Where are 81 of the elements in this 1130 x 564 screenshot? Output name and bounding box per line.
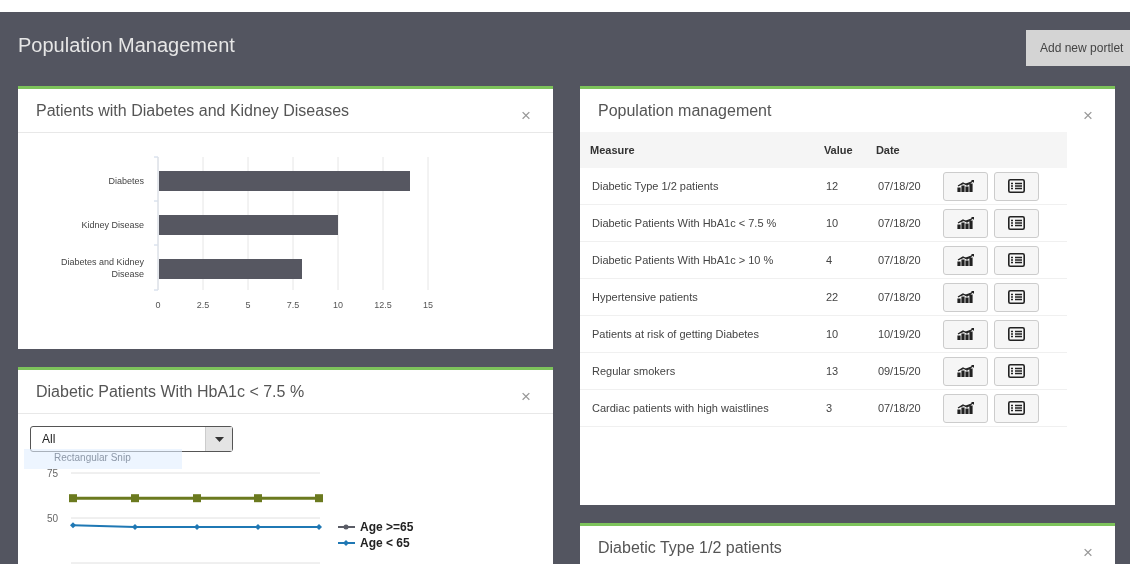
axis-tick-label: 0: [155, 300, 161, 310]
table-cell: Patients at risk of getting Diabetes: [580, 315, 814, 353]
add-portlet-button[interactable]: Add new portlet: [1026, 30, 1130, 66]
table-cell: Diabetic Patients With HbA1c < 7.5 %: [580, 204, 814, 242]
chart-button[interactable]: [943, 171, 989, 201]
table-cell: 10: [813, 315, 866, 353]
details-button[interactable]: [994, 171, 1040, 201]
table-cell: 07/18/20: [865, 204, 932, 242]
list-icon: [1008, 327, 1026, 341]
details-button[interactable]: [994, 245, 1040, 275]
list-icon: [1008, 216, 1026, 230]
legend-label: Age < 65: [360, 536, 410, 550]
list-icon: [1008, 290, 1026, 304]
chart-button[interactable]: [943, 208, 989, 238]
bar-chart-icon: [956, 365, 975, 377]
close-button[interactable]: ×: [521, 386, 531, 407]
portlet-title: Diabetic Type 1/2 patients: [598, 538, 782, 557]
table-cell: 12: [813, 168, 866, 205]
close-button[interactable]: ×: [1083, 105, 1093, 126]
chart-button[interactable]: [943, 393, 989, 423]
table-cell: 13: [813, 352, 866, 390]
table-cell: Regular smokers: [580, 352, 814, 390]
category-label: Kidney Disease: [81, 220, 144, 230]
table-cell: 07/18/20: [865, 278, 932, 316]
table-cell: 3: [813, 389, 866, 427]
bar-chart-icon: [956, 402, 975, 414]
snip-tooltip: Rectangular Snip: [24, 449, 182, 469]
legend-label: Age >=65: [360, 520, 414, 534]
bar-chart-icon: [956, 217, 975, 229]
table-cell: 07/18/20: [865, 241, 932, 279]
table-cell: Cardiac patients with high waistlines: [580, 389, 814, 427]
table-cell: 10: [813, 204, 866, 242]
category-label: Diabetes and Kidney Disease: [60, 257, 144, 279]
list-icon: [1008, 364, 1026, 378]
chart-button[interactable]: [943, 282, 989, 312]
table-cell: 4: [813, 241, 866, 279]
table-cell: 10/19/20: [865, 315, 932, 353]
details-button[interactable]: [994, 393, 1040, 423]
axis-tick-label: 15: [423, 300, 433, 310]
column-header: Date: [865, 132, 932, 168]
legend-marker: [337, 540, 356, 546]
column-header: Measure: [580, 132, 814, 168]
portlet-title: Diabetic Patients With HbA1c < 7.5 %: [36, 382, 305, 401]
details-button[interactable]: [994, 319, 1040, 349]
axis-tick-label: 50: [46, 513, 58, 524]
axis-tick-label: 10: [333, 300, 343, 310]
axis-tick-label: 12.5: [374, 300, 392, 310]
bar-chart-icon: [956, 291, 975, 303]
details-button[interactable]: [994, 356, 1040, 386]
axis-tick-label: 2.5: [196, 300, 210, 310]
axis-tick-label: 7.5: [286, 300, 300, 310]
details-button[interactable]: [994, 208, 1040, 238]
bar-chart-icon: [956, 254, 975, 266]
portlet-title: Patients with Diabetes and Kidney Diseases: [36, 101, 350, 120]
table-cell: Diabetic Patients With HbA1c > 10 %: [580, 241, 814, 279]
chart-button[interactable]: [943, 356, 989, 386]
portlet-title: Population management: [598, 101, 772, 120]
list-icon: [1008, 179, 1026, 193]
axis-tick-label: 5: [245, 300, 251, 310]
chart-button[interactable]: [943, 245, 989, 275]
close-button[interactable]: ×: [1083, 542, 1093, 563]
legend-marker: [337, 524, 356, 530]
table-cell: 22: [813, 278, 866, 316]
table-cell: Diabetic Type 1/2 patients: [580, 168, 814, 205]
table-cell: 07/18/20: [865, 389, 932, 427]
category-label: Diabetes: [108, 176, 144, 186]
table-cell: 07/18/20: [865, 168, 932, 205]
table-cell: Hypertensive patients: [580, 278, 814, 316]
close-button[interactable]: ×: [521, 105, 531, 126]
page-title: Population Management: [18, 34, 235, 57]
bar-chart-icon: [956, 180, 975, 192]
table-cell: 09/15/20: [865, 352, 932, 390]
list-icon: [1008, 401, 1026, 415]
axis-tick-label: 75: [46, 468, 58, 479]
details-button[interactable]: [994, 282, 1040, 312]
chart-button[interactable]: [943, 319, 989, 349]
bar-chart-icon: [956, 328, 975, 340]
filter-dropdown[interactable]: All: [30, 426, 233, 452]
caret-icon: [214, 436, 224, 442]
list-icon: [1008, 253, 1026, 267]
column-header: Value: [813, 132, 866, 168]
